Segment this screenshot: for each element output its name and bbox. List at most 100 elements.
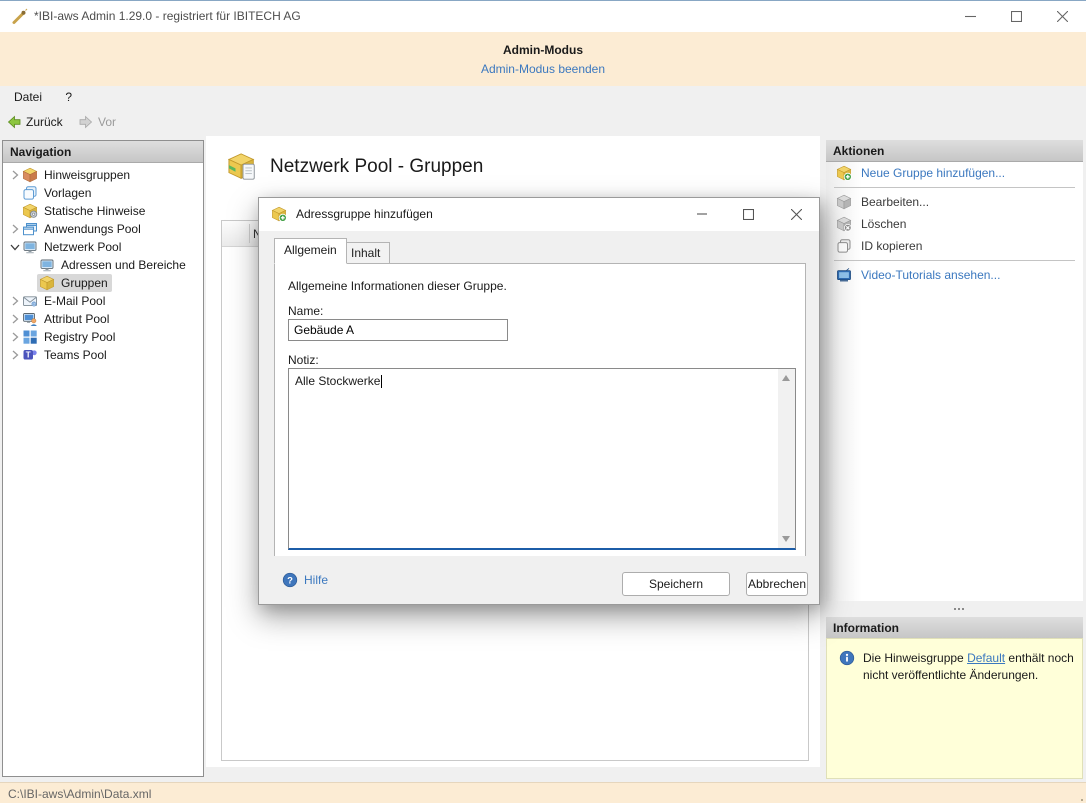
name-field[interactable] (288, 319, 508, 341)
note-scrollbar[interactable] (778, 369, 795, 548)
add-address-group-dialog: Adressgruppe hinzufügen Allgemein Inhalt… (258, 197, 820, 605)
panel-splitter[interactable] (826, 601, 1083, 617)
close-icon (790, 208, 802, 220)
toolbar: Zurück Vor (0, 109, 1086, 134)
dialog-description: Allgemeine Informationen dieser Gruppe. (288, 279, 507, 293)
dialog-maximize-button[interactable] (727, 199, 769, 229)
help-link[interactable]: Hilfe (282, 572, 328, 588)
static-notices-icon (22, 203, 38, 219)
app-pool-icon (22, 221, 38, 237)
dialog-title: Adressgruppe hinzufügen (296, 207, 433, 221)
addresses-icon (39, 257, 55, 273)
actions-panel: Neue Gruppe hinzufügen... Bearbeiten... … (826, 162, 1083, 601)
email-pool-icon (22, 293, 38, 309)
dialog-tab-page: Allgemeine Informationen dieser Gruppe. … (274, 263, 806, 557)
cancel-button[interactable]: Abbrechen (746, 572, 808, 596)
navigation-header: Navigation (3, 141, 203, 163)
nav-item-adressen-und-bereiche[interactable]: Adressen und Bereiche (3, 256, 203, 274)
teams-pool-icon (22, 347, 38, 363)
expander-collapsed-icon[interactable] (7, 349, 20, 362)
expander-collapsed-icon[interactable] (7, 223, 20, 236)
navigation-panel: Navigation Hinweisgruppen Vorlagen Stati… (2, 140, 204, 777)
menu-bar: Datei ? (0, 86, 1086, 109)
back-button[interactable]: Zurück (0, 109, 69, 134)
copy-id-icon (836, 238, 852, 254)
admin-mode-title: Admin-Modus (503, 43, 583, 57)
add-group-dialog-icon (271, 206, 287, 222)
nav-item-anwendungs-pool[interactable]: Anwendungs Pool (3, 220, 203, 238)
window-titlebar: *IBI-aws Admin 1.29.0 - registriert für … (0, 1, 1086, 32)
nav-item-vorlagen[interactable]: Vorlagen (3, 184, 203, 202)
notice-group-icon (22, 167, 38, 183)
save-button[interactable]: Speichern (622, 572, 730, 596)
forward-button: Vor (72, 109, 122, 134)
nav-item-gruppen[interactable]: Gruppen (3, 274, 203, 292)
expander-collapsed-icon[interactable] (7, 331, 20, 344)
separator (834, 187, 1075, 188)
nav-item-statische-hinweise[interactable]: Statische Hinweise (3, 202, 203, 220)
network-groups-icon (228, 152, 258, 182)
nav-item-registry-pool[interactable]: Registry Pool (3, 328, 203, 346)
expander-expanded-icon[interactable] (7, 241, 20, 254)
admin-mode-banner: Admin-Modus Admin-Modus beenden (0, 32, 1086, 86)
help-icon (282, 572, 298, 588)
app-window: *IBI-aws Admin 1.29.0 - registriert für … (0, 0, 1086, 803)
minimize-icon (964, 15, 976, 17)
actions-header: Aktionen (826, 140, 1083, 162)
expander-collapsed-icon[interactable] (7, 295, 20, 308)
groups-icon (39, 275, 55, 291)
note-field[interactable]: Alle Stockwerke (288, 368, 796, 550)
information-panel: Die Hinweisgruppe Default enthält noch n… (826, 638, 1083, 779)
registry-pool-icon (22, 329, 38, 345)
video-tutorials-icon (836, 267, 852, 283)
dialog-titlebar[interactable]: Adressgruppe hinzufügen (259, 198, 819, 231)
back-arrow-icon (6, 114, 22, 130)
separator (834, 260, 1075, 261)
admin-mode-exit-link[interactable]: Admin-Modus beenden (0, 62, 1086, 76)
tab-inhalt[interactable]: Inhalt (341, 242, 391, 264)
maximize-icon (742, 208, 754, 220)
menu-help[interactable]: ? (55, 86, 82, 108)
action-add-group[interactable]: Neue Gruppe hinzufügen... (826, 162, 1083, 184)
close-icon (1056, 10, 1068, 22)
action-copy-id: ID kopieren (826, 235, 1083, 257)
nav-item-hinweisgruppen[interactable]: Hinweisgruppen (3, 166, 203, 184)
window-maximize-button[interactable] (993, 1, 1039, 31)
edit-icon (836, 194, 852, 210)
data-file-path: C:\IBI-aws\Admin\Data.xml (8, 787, 152, 801)
page-title-row: Netzwerk Pool - Gruppen (228, 152, 483, 182)
column-separator (249, 224, 250, 243)
window-title: *IBI-aws Admin 1.29.0 - registriert für … (34, 9, 301, 23)
scroll-down-icon[interactable] (782, 536, 790, 542)
navigation-tree: Hinweisgruppen Vorlagen Statische Hinwei… (3, 163, 203, 364)
dialog-minimize-button[interactable] (681, 199, 723, 229)
add-group-icon (836, 165, 852, 181)
default-group-link[interactable]: Default (967, 651, 1005, 665)
splitter-dots-icon (953, 608, 956, 610)
expander-collapsed-icon[interactable] (7, 313, 20, 326)
dialog-close-button[interactable] (775, 199, 817, 229)
window-minimize-button[interactable] (947, 1, 993, 31)
nav-item-attribut-pool[interactable]: Attribut Pool (3, 310, 203, 328)
tab-allgemein[interactable]: Allgemein (274, 238, 347, 264)
nav-item-netzwerk-pool[interactable]: Netzwerk Pool (3, 238, 203, 256)
nav-item-email-pool[interactable]: E-Mail Pool (3, 292, 203, 310)
name-label: Name: (288, 304, 324, 318)
network-pool-icon (22, 239, 38, 255)
scroll-up-icon[interactable] (782, 375, 790, 381)
page-title: Netzwerk Pool - Gruppen (270, 156, 484, 177)
dialog-footer: Hilfe Speichern Abbrechen (259, 556, 819, 604)
templates-icon (22, 185, 38, 201)
information-text: Die Hinweisgruppe Default enthält noch n… (863, 651, 1074, 682)
menu-datei[interactable]: Datei (4, 86, 52, 108)
window-close-button[interactable] (1039, 1, 1085, 31)
app-icon (10, 8, 28, 26)
expander-collapsed-icon[interactable] (7, 169, 20, 182)
note-label: Notiz: (288, 353, 319, 367)
action-video-tutorials[interactable]: Video-Tutorials ansehen... (826, 264, 1083, 286)
resize-grip-icon[interactable] (1081, 799, 1083, 801)
action-delete: Löschen (826, 213, 1083, 235)
forward-arrow-icon (78, 114, 94, 130)
nav-item-teams-pool[interactable]: Teams Pool (3, 346, 203, 364)
minimize-icon (697, 213, 707, 215)
